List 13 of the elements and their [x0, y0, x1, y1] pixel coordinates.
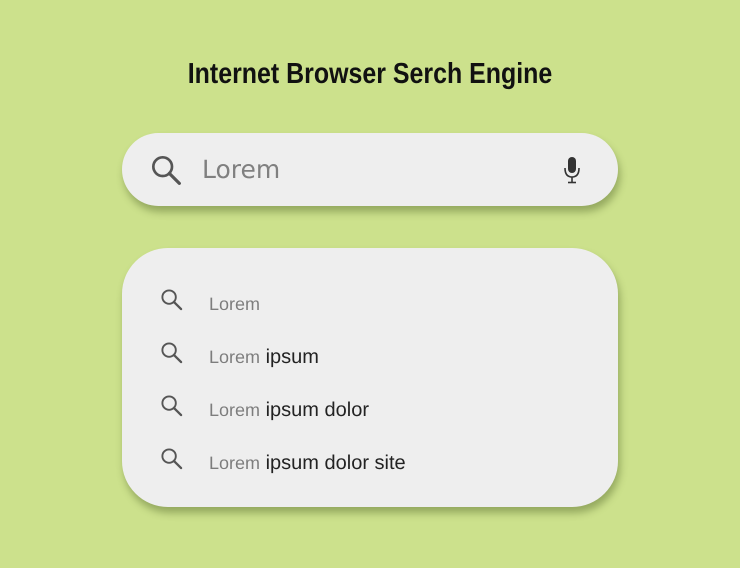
search-bar[interactable]: Lorem [122, 133, 618, 206]
search-icon [160, 340, 183, 364]
suggestion-item[interactable]: Lorem ipsum [209, 346, 319, 368]
search-icon [160, 446, 183, 470]
suggestion-item[interactable]: Lorem ipsum dolor site [209, 452, 406, 474]
suggestion-item[interactable]: Lorem [209, 292, 260, 316]
microphone-icon[interactable] [562, 156, 582, 184]
suggestion-item[interactable]: Lorem ipsum dolor [209, 398, 369, 422]
search-icon [160, 394, 183, 416]
search-icon [160, 288, 183, 310]
search-field[interactable]: Lorem [202, 155, 542, 184]
search-icon [150, 154, 182, 186]
page-title: Internet Browser Serch Engine [186, 58, 554, 91]
